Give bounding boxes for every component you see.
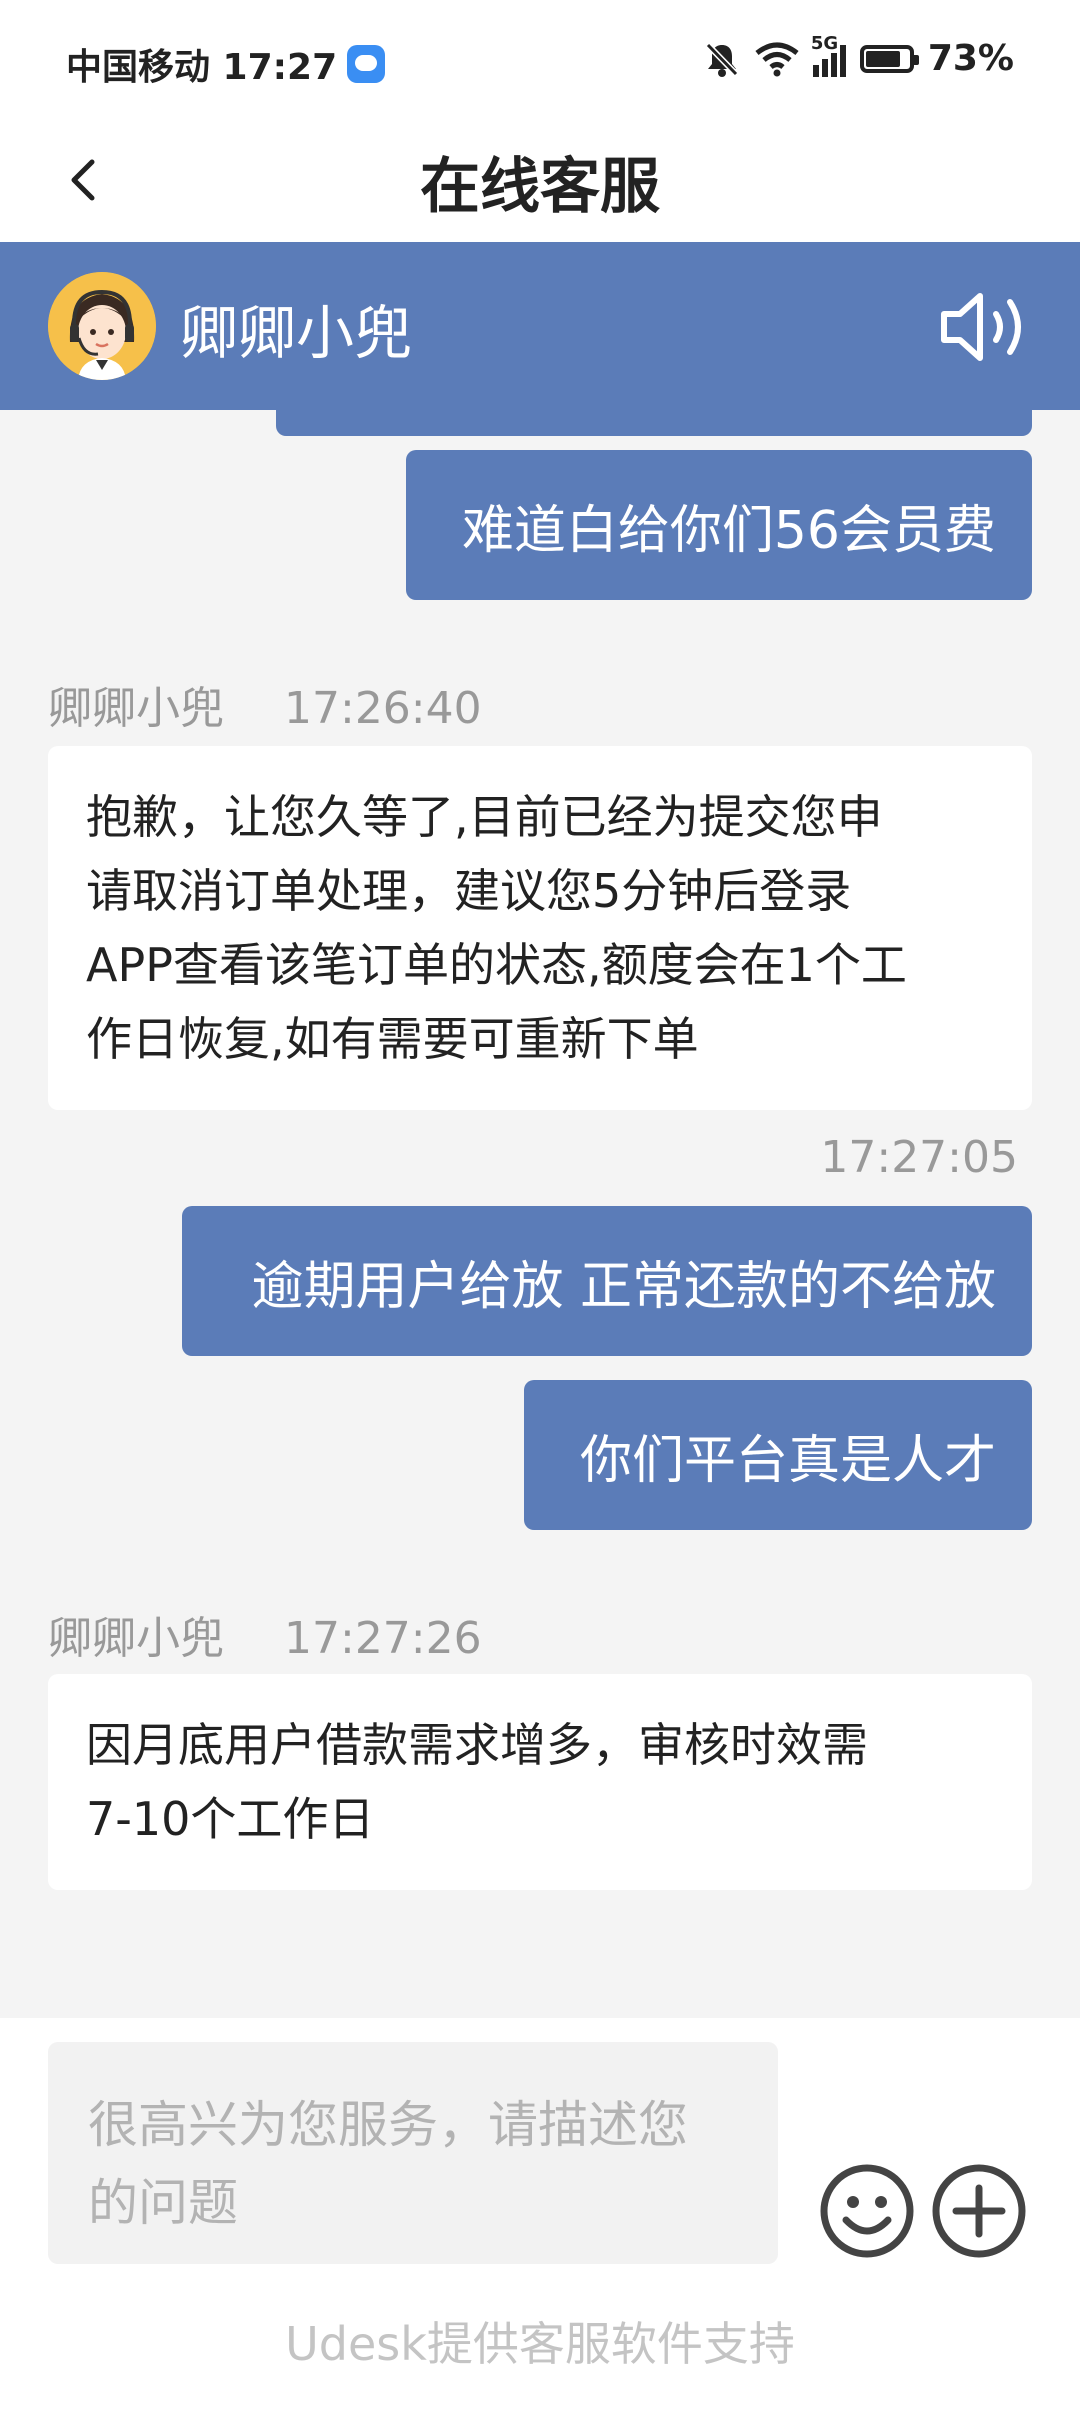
mute-bell-icon [705,42,738,77]
sender-name: 卿卿小兜 [48,683,224,734]
message-text: 你们平台真是人才 [579,1430,996,1491]
speaker-icon[interactable] [938,290,1032,364]
message-time: 17:27:05 [820,1132,1018,1183]
network-type-label: 5G [810,32,839,54]
status-right: 5G 73% [703,33,1014,79]
message-meta: 卿卿小兜 17:26:40 [48,672,482,736]
wifi-icon [755,42,799,76]
nav-bar: 在线客服 [0,120,1080,242]
message-line: 因月底用户借款需求增多，审核时效需 [86,1718,868,1772]
message-line: 抱歉，让您久等了,目前已经为提交您申 [86,790,883,844]
agent-name: 卿卿小兜 [180,299,413,367]
message-line: 请取消订单处理，建议您5分钟后登录 [86,864,852,918]
message-bubble-outgoing-partial [276,410,1032,436]
smiley-icon[interactable] [818,2162,916,2260]
chat-area[interactable]: 难道白给你们56会员费 卿卿小兜 17:26:40 抱歉，让您久等了,目前已经为… [0,410,1080,2018]
footer-powered-by: Udesk提供客服软件支持 [285,2317,795,2371]
input-placeholder-line: 的问题 [88,2174,238,2232]
customer-service-avatar-icon [48,272,156,380]
message-text: 逾期用户给放 正常还款的不给放 [251,1256,996,1317]
message-time: 17:26:40 [284,683,482,734]
message-bubble-incoming[interactable]: 因月底用户借款需求增多，审核时效需 7-10个工作日 [48,1674,1032,1890]
message-line: 7-10个工作日 [86,1792,375,1846]
sender-name: 卿卿小兜 [48,1613,224,1664]
message-notification-icon [347,45,386,83]
agent-avatar [48,272,156,380]
battery-icon [859,44,919,73]
message-bubble-outgoing[interactable]: 逾期用户给放 正常还款的不给放 [182,1206,1032,1356]
input-placeholder-line: 很高兴为您服务，请描述您 [88,2096,688,2154]
signal-icon: 5G [811,33,846,77]
message-time: 17:27:26 [284,1613,482,1664]
plus-circle-icon[interactable] [930,2162,1028,2260]
message-line: 作日恢复,如有需要可重新下单 [86,1012,699,1066]
status-bar: 中国移动 17:27 5G 73% [0,0,1080,120]
message-line: APP查看该笔订单的状态,额度会在1个工 [86,938,907,992]
carrier-time: 中国移动 17:27 [66,47,338,88]
message-bubble-incoming[interactable]: 抱歉，让您久等了,目前已经为提交您申 请取消订单处理，建议您5分钟后登录 APP… [48,746,1032,1110]
page-title: 在线客服 [420,152,660,222]
input-area: 很高兴为您服务，请描述您 的问题 Udesk提供客服软件支持 [0,2018,1080,2412]
agent-header: 卿卿小兜 [0,242,1080,410]
message-input[interactable]: 很高兴为您服务，请描述您 的问题 [48,2042,778,2264]
battery-percent: 73% [927,38,1014,79]
message-bubble-outgoing[interactable]: 你们平台真是人才 [524,1380,1032,1530]
message-meta: 卿卿小兜 17:27:26 [48,1602,482,1666]
message-text: 难道白给你们56会员费 [461,500,996,561]
status-left: 中国移动 17:27 [66,38,386,90]
message-bubble-outgoing[interactable]: 难道白给你们56会员费 [406,450,1032,600]
